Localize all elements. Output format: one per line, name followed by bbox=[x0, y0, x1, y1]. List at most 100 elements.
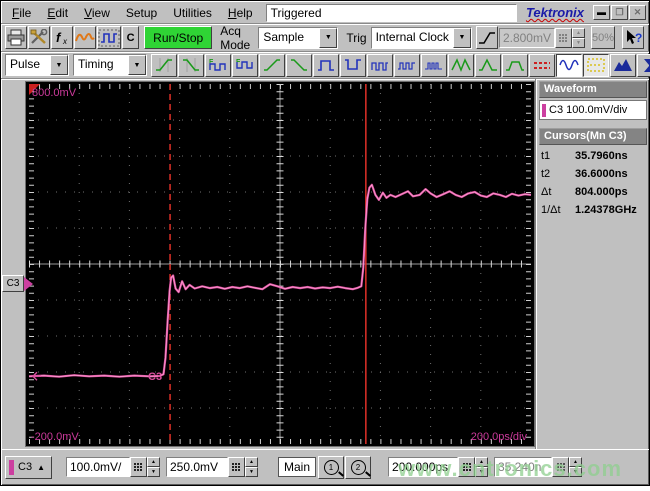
cursor-readout-row: Δt 804.000ps bbox=[541, 186, 647, 204]
cursor-readout-label: t2 bbox=[541, 168, 551, 180]
cursors-panel-header: Cursors(Mn C3) bbox=[539, 128, 647, 145]
menu-setup[interactable]: Setup bbox=[118, 4, 165, 23]
svg-text:800.0mV: 800.0mV bbox=[32, 87, 77, 99]
acq-mode-select[interactable]: Sample ▼ bbox=[258, 26, 339, 49]
waveform-panel-header: Waveform bbox=[539, 81, 647, 98]
trig-slope-button[interactable] bbox=[475, 26, 498, 49]
menu-help[interactable]: Help bbox=[220, 4, 261, 23]
signal-type-select[interactable]: Pulse ▼ bbox=[5, 54, 69, 76]
display-cursors-dashed-button[interactable] bbox=[529, 53, 555, 77]
measure-category-select[interactable]: Timing ▼ bbox=[73, 54, 147, 76]
measure-neg-pulse-button[interactable] bbox=[340, 53, 366, 77]
main-toolbar: fx C Run/Stop Acq Mode Sample ▼ Trig Int… bbox=[1, 24, 649, 52]
chevron-down-icon[interactable]: ▼ bbox=[319, 27, 338, 48]
c-button[interactable]: C bbox=[122, 26, 140, 49]
measure-burst-button[interactable] bbox=[421, 53, 447, 77]
vertical-offset-control: 250.0mV ▲ ▼ bbox=[165, 457, 258, 477]
measure-rise-time-button[interactable] bbox=[151, 53, 177, 77]
chevron-down-icon[interactable]: ▼ bbox=[50, 55, 68, 75]
neg-width-icon: F bbox=[236, 59, 253, 69]
waveform-entry[interactable]: C3 100.0mV/div bbox=[539, 100, 647, 120]
printer-icon bbox=[7, 29, 25, 46]
measure-fall-slope-button[interactable] bbox=[286, 53, 312, 77]
measure-dual-peak-button[interactable] bbox=[448, 53, 474, 77]
dual-peak-icon bbox=[451, 58, 471, 73]
acq-mode-label: Acq Mode bbox=[220, 23, 251, 52]
measure-pos-width-button[interactable]: F bbox=[205, 53, 231, 77]
rising-edge-icon bbox=[478, 31, 495, 44]
measure-pos-pulse-button[interactable] bbox=[313, 53, 339, 77]
pulse-source-button[interactable] bbox=[97, 26, 121, 49]
measure-cycle-button[interactable] bbox=[394, 53, 420, 77]
chevron-down-icon[interactable]: ▼ bbox=[128, 55, 146, 75]
measure-flat-top-button[interactable] bbox=[502, 53, 528, 77]
menu-file[interactable]: File bbox=[4, 4, 39, 23]
neg-pulse-icon bbox=[345, 59, 361, 70]
channel-c3-button[interactable]: C3 ▲ bbox=[5, 455, 52, 479]
keypad-icon bbox=[554, 27, 572, 48]
chevron-down-icon[interactable]: ▼ bbox=[452, 27, 471, 48]
graticule-display[interactable]: 800.0mV -200.0mV 200.0ps/div C3 bbox=[25, 81, 535, 447]
measure-neg-width-button[interactable]: F bbox=[232, 53, 258, 77]
measure-rise-slope-button[interactable] bbox=[259, 53, 285, 77]
tools-icon bbox=[30, 29, 48, 44]
trig-source-select[interactable]: Internal Clock ▼ bbox=[370, 26, 472, 49]
pos-pulse-icon bbox=[318, 60, 334, 71]
close-button[interactable]: ✕ bbox=[629, 5, 646, 20]
oscilloscope-window: File Edit View Setup Utilities Help Triggered… bbox=[0, 0, 650, 486]
vertical-offset-input[interactable]: 250.0mV bbox=[165, 457, 228, 477]
context-help-button[interactable]: ? bbox=[622, 26, 644, 49]
minimize-button[interactable]: ▬ bbox=[593, 5, 610, 20]
measure-fall-time-button[interactable] bbox=[178, 53, 204, 77]
restore-button[interactable]: ❐ bbox=[611, 5, 628, 20]
trig-level-control: 2.800mV ▲ ▼ bbox=[498, 27, 585, 48]
cursor-readouts: t1 35.7960ns t2 36.6000ns Δt 804.000ps 1/Δt 1.2… bbox=[539, 145, 647, 222]
spinner-down-icon[interactable]: ▼ bbox=[146, 467, 160, 477]
print-button[interactable] bbox=[5, 26, 27, 49]
menu-bar: File Edit View Setup Utilities Help Triggered… bbox=[1, 1, 649, 24]
cursor-readout-label: Δt bbox=[541, 186, 552, 198]
cycle-icon bbox=[398, 62, 415, 70]
math-function-button[interactable]: fx bbox=[51, 26, 73, 49]
display-mode-buttons bbox=[529, 53, 650, 77]
measurement-buttons: FF bbox=[151, 53, 529, 77]
dotted-region-icon bbox=[587, 58, 605, 72]
display-dotted-region-button[interactable] bbox=[583, 53, 609, 77]
trig-label: Trig bbox=[346, 30, 367, 45]
channel-button-label: C3 bbox=[18, 461, 33, 473]
channel-marker-label: C3 bbox=[2, 275, 24, 292]
vertical-scale-control: 100.0mV/ ▲ ▼ bbox=[65, 457, 160, 477]
spinner-up-icon: ▲ bbox=[571, 27, 585, 38]
waveform-button[interactable] bbox=[74, 26, 96, 49]
spinner-up-icon[interactable]: ▲ bbox=[146, 457, 160, 467]
measure-pulse-train-button[interactable] bbox=[367, 53, 393, 77]
zoom2-button[interactable]: 2 bbox=[345, 455, 371, 479]
waveform-entry-label: C3 100.0mV/div bbox=[549, 104, 628, 116]
spinner-up-icon[interactable]: ▲ bbox=[244, 457, 258, 467]
menu-view[interactable]: View bbox=[76, 4, 118, 23]
cursor-readout-row: 1/Δt 1.24378GHz bbox=[541, 204, 647, 222]
vertical-scale-input[interactable]: 100.0mV/ bbox=[65, 457, 130, 477]
setup-tools-button[interactable] bbox=[28, 26, 50, 49]
display-histogram-button[interactable] bbox=[610, 53, 636, 77]
cursor-readout-row: t1 35.7960ns bbox=[541, 150, 647, 168]
fall-slope-icon bbox=[291, 59, 307, 71]
hourglass-icon bbox=[644, 59, 650, 72]
channel-reference-marker[interactable]: C3 bbox=[2, 275, 33, 292]
spinner-down-icon[interactable]: ▼ bbox=[244, 467, 258, 477]
menu-edit[interactable]: Edit bbox=[39, 4, 76, 23]
fall-time-icon bbox=[183, 58, 199, 72]
rise-slope-icon bbox=[264, 59, 280, 71]
wave-icon bbox=[75, 33, 95, 42]
chevron-up-icon: ▲ bbox=[37, 462, 45, 472]
tektronix-logo: Tektronix bbox=[525, 5, 584, 20]
menu-utilities[interactable]: Utilities bbox=[165, 4, 220, 23]
menu-items: File Edit View Setup Utilities Help bbox=[4, 6, 261, 20]
display-sine-button[interactable] bbox=[556, 53, 582, 77]
display-hourglass-button[interactable] bbox=[637, 53, 650, 77]
run-stop-button[interactable]: Run/Stop bbox=[144, 26, 213, 49]
keypad-icon[interactable] bbox=[227, 457, 245, 477]
measure-single-peak-button[interactable] bbox=[475, 53, 501, 77]
zoom1-button[interactable]: 1 bbox=[318, 455, 344, 479]
keypad-icon[interactable] bbox=[129, 457, 147, 477]
